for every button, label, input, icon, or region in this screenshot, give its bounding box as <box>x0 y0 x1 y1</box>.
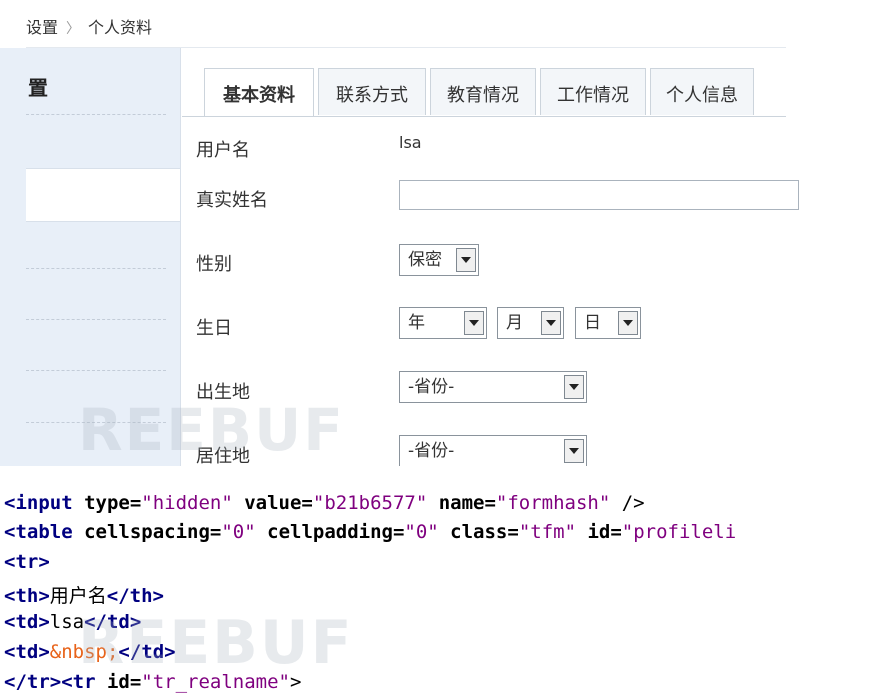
chevron-down-icon <box>464 311 484 335</box>
birthplace-selected-value: -省份- <box>408 377 455 397</box>
code-string: "formhash" <box>495 492 611 514</box>
watermark-logo: REEBUF <box>78 608 354 678</box>
username-value: lsa <box>399 133 422 152</box>
chevron-down-icon <box>618 311 638 335</box>
gender-selected-value: 保密 <box>408 250 442 270</box>
sidebar-divider <box>26 268 166 269</box>
chevron-down-icon <box>541 311 561 335</box>
gender-label: 性别 <box>196 254 232 275</box>
birthday-month-select[interactable]: 月 <box>497 307 564 339</box>
code-string: "hidden" <box>141 492 233 514</box>
birthplace-province-select[interactable]: -省份- <box>399 371 587 403</box>
residence-selected-value: -省份- <box>408 441 455 461</box>
gender-select[interactable]: 保密 <box>399 244 479 276</box>
sidebar-divider <box>26 114 166 115</box>
chevron-down-icon <box>564 439 584 463</box>
code-line-4: <th>用户名</th> <box>4 581 164 608</box>
breadcrumb: 设置〉个人资料 <box>26 14 152 38</box>
sidebar-item-active-bg <box>26 168 180 222</box>
code-string: "0" <box>221 521 256 543</box>
code-string: "b21b6577" <box>312 492 428 514</box>
tab-education[interactable]: 教育情况 <box>430 68 536 115</box>
birthday-month-value: 月 <box>506 313 523 333</box>
code-attr: id= <box>576 521 622 543</box>
code-tag: <th> <box>4 585 50 607</box>
html-source-view: <input type="hidden" value="b21b6577" na… <box>0 466 870 696</box>
residence-province-select[interactable]: -省份- <box>399 435 587 466</box>
birthday-label: 生日 <box>196 318 232 339</box>
code-tag: <table <box>4 521 85 543</box>
code-plain: 用户名 <box>49 585 107 607</box>
chevron-down-icon <box>564 375 584 399</box>
sidebar-divider <box>26 370 166 371</box>
code-tag: <td> <box>4 641 50 663</box>
watermark-logo: REEBUF <box>78 396 345 464</box>
sidebar-title: 置 <box>28 76 48 100</box>
realname-input[interactable] <box>399 180 799 210</box>
code-string: "tfm" <box>518 521 577 543</box>
code-attr: class= <box>438 521 519 543</box>
code-plain: /> <box>610 492 645 514</box>
chevron-down-icon <box>456 248 476 272</box>
code-line-1: <input type="hidden" value="b21b6577" na… <box>4 492 645 514</box>
code-tag: </th> <box>106 585 164 607</box>
tab-personal-info[interactable]: 个人信息 <box>650 68 754 115</box>
realname-label: 真实姓名 <box>196 190 268 211</box>
code-tag: <tr> <box>4 551 50 573</box>
tab-contact[interactable]: 联系方式 <box>318 68 426 115</box>
code-line-2: <table cellspacing="0" cellpadding="0" c… <box>4 521 736 543</box>
code-tag: <input <box>4 492 85 514</box>
tab-work[interactable]: 工作情况 <box>540 68 646 115</box>
code-attr: cellpadding= <box>255 521 405 543</box>
code-attr: type= <box>84 492 142 514</box>
code-attr: name= <box>427 492 496 514</box>
tab-underline <box>182 116 786 117</box>
birthday-year-value: 年 <box>408 313 425 333</box>
code-string: "0" <box>404 521 439 543</box>
code-line-3: <tr> <box>4 551 50 573</box>
code-attr: cellspacing= <box>84 521 222 543</box>
breadcrumb-current: 个人资料 <box>88 18 153 37</box>
breadcrumb-separator: 〉 <box>66 21 81 37</box>
code-tag: <td> <box>4 611 50 633</box>
tab-basic-info[interactable]: 基本资料 <box>204 68 314 117</box>
birthday-day-select[interactable]: 日 <box>575 307 641 339</box>
birthday-year-select[interactable]: 年 <box>399 307 487 339</box>
birthday-day-value: 日 <box>584 313 601 333</box>
settings-panel: 设置〉个人资料 置 头像 资料 、 组 筛选 安全 推广 基本资料 联系方式 教… <box>0 0 870 466</box>
username-label: 用户名 <box>196 140 250 161</box>
code-attr: value= <box>232 492 313 514</box>
code-string: "profileli <box>621 521 737 543</box>
sidebar-divider <box>26 319 166 320</box>
breadcrumb-root-link[interactable]: 设置 <box>26 18 58 37</box>
